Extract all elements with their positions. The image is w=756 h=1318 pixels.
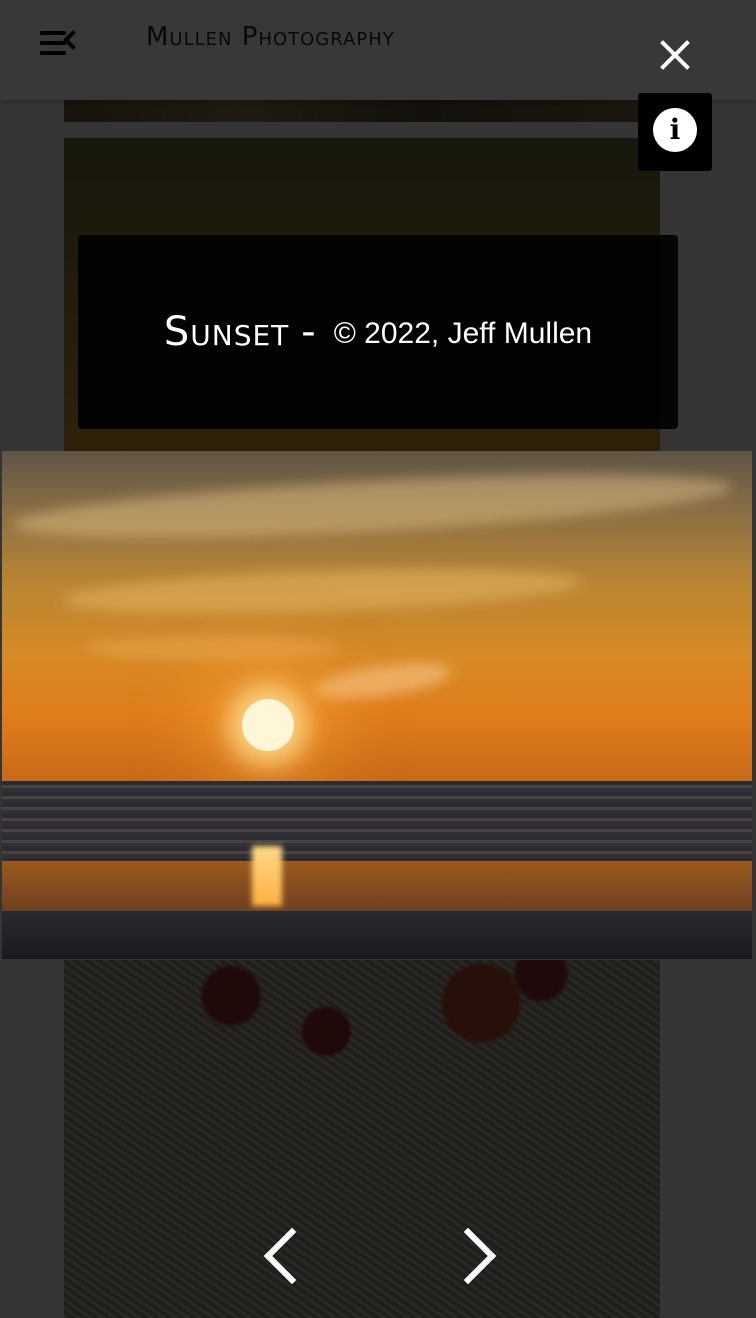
- chevron-left-icon: [63, 30, 83, 50]
- lightbox-image[interactable]: [2, 451, 752, 959]
- info-button[interactable]: i: [638, 93, 712, 171]
- menu-bar: [40, 41, 66, 45]
- image-caption: Sunset - © 2022, Jeff Mullen: [78, 235, 678, 429]
- menu-bar: [40, 51, 66, 55]
- cloud: [61, 561, 583, 621]
- cloud: [82, 636, 342, 660]
- menu-bar: [40, 31, 66, 35]
- photo-sea: [2, 781, 752, 861]
- chevron-right-icon[interactable]: [444, 1222, 508, 1286]
- info-icon: i: [653, 108, 697, 152]
- caption-copyright: © 2022, Jeff Mullen: [333, 317, 593, 350]
- sun: [242, 699, 294, 751]
- chevron-left-icon[interactable]: [252, 1222, 316, 1286]
- sun-reflection: [252, 846, 282, 906]
- close-icon[interactable]: [652, 32, 698, 78]
- cloud: [11, 462, 733, 550]
- caption-separator: -: [301, 309, 316, 355]
- menu-collapse-icon[interactable]: [38, 28, 84, 62]
- cloud: [310, 656, 454, 706]
- caption-title: Sunset: [163, 309, 290, 355]
- site-title[interactable]: Mullen Photography: [146, 22, 395, 52]
- photo-beach: [2, 861, 752, 911]
- photo-sand: [2, 911, 752, 959]
- photo-sky: [2, 451, 752, 781]
